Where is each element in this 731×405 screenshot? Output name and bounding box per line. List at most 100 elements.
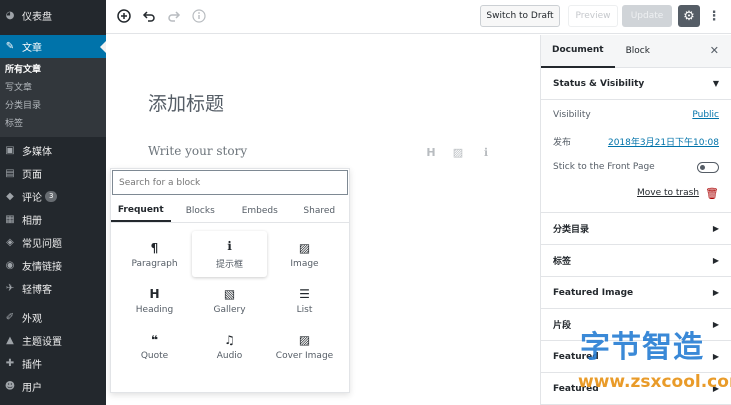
redo-icon[interactable] (166, 8, 182, 24)
undo-icon[interactable] (141, 8, 157, 24)
sidebar-item-label: 轻博客 (22, 285, 52, 296)
appearance-icon: ✐ (5, 312, 15, 323)
submenu-new-post[interactable]: 写文章 (0, 79, 106, 97)
tab-embeds[interactable]: Embeds (230, 199, 290, 222)
submenu-all-posts[interactable]: 所有文章 (0, 61, 106, 79)
visibility-label: Visibility (553, 110, 591, 120)
visibility-link[interactable]: Public (692, 110, 719, 120)
sidebar-item-label: 页面 (22, 170, 42, 181)
comment-icon: ◆ (6, 191, 14, 202)
featured-image-panel-header[interactable]: Featured Image ▶ (541, 277, 731, 309)
more-options-button[interactable]: ⋮ (706, 8, 722, 24)
tab-block[interactable]: Block (615, 35, 661, 68)
paragraph-icon: ¶ (150, 240, 159, 255)
tab-document[interactable]: Document (541, 35, 615, 68)
preview-button[interactable]: Preview (568, 5, 618, 27)
trash-icon[interactable]: 🗑 (705, 187, 719, 200)
posts-submenu: 所有文章 写文章 分类目录 标签 (0, 58, 106, 137)
sidebar-item-microblog[interactable]: ✈ 轻博客 (0, 277, 106, 300)
image-icon[interactable]: ▨ (451, 145, 465, 159)
block-label: Quote (140, 350, 169, 361)
panel-title: Featured Image (553, 287, 634, 298)
sidebar-item-pages[interactable]: ▤ 页面 (0, 162, 106, 185)
sidebar-item-label: 插件 (22, 360, 42, 371)
sidebar-item-comments[interactable]: ◆ 评论 3 (0, 185, 106, 208)
info-icon[interactable] (191, 8, 207, 24)
block-label: Cover Image (275, 350, 334, 361)
sidebar-item-faq[interactable]: ◈ 常见问题 (0, 231, 106, 254)
visibility-row: Visibility Public (553, 102, 719, 128)
sidebar-item-label: 用户 (22, 383, 42, 394)
image-icon: ▨ (298, 240, 311, 255)
info-icon[interactable]: ℹ (479, 145, 493, 159)
sidebar-item-posts[interactable]: ✎ 文章 (0, 35, 106, 58)
tab-blocks[interactable]: Blocks (171, 199, 231, 222)
sidebar-item-label: 外观 (22, 314, 42, 325)
block-gallery[interactable]: ▧ Gallery (192, 277, 267, 323)
tab-frequent[interactable]: Frequent (111, 199, 171, 222)
sidebar-item-users[interactable]: ☻ 用户 (0, 375, 106, 398)
block-search-input[interactable] (112, 170, 348, 195)
sidebar-item-label: 文章 (22, 43, 42, 54)
admin-sidebar: ◕ 仪表盘 ✎ 文章 所有文章 写文章 分类目录 标签 ▣ 多媒体 ▤ 页面 ◆… (0, 0, 106, 405)
tags-panel-header[interactable]: 标签 ▶ (541, 245, 731, 277)
post-title-input[interactable]: 添加标题 (148, 89, 224, 116)
publish-label: 发布 (553, 137, 572, 148)
watermark-url: www.zsxcool.com (578, 372, 731, 392)
add-block-icon[interactable] (116, 8, 132, 24)
sticky-label: Stick to the Front Page (553, 162, 655, 172)
comment-count-badge: 3 (45, 191, 58, 202)
block-quote[interactable]: ❝ Quote (117, 323, 192, 369)
sidebar-item-plugins[interactable]: ✚ 插件 (0, 352, 106, 375)
submenu-categories[interactable]: 分类目录 (0, 97, 106, 115)
sidebar-item-appearance[interactable]: ✐ 外观 (0, 306, 106, 329)
heading-icon: H (149, 286, 160, 301)
block-label: Audio (216, 350, 243, 361)
settings-gear-button[interactable]: ⚙ (678, 5, 700, 27)
panel-title: Status & Visibility (553, 78, 645, 89)
caret-down-icon: ▼ (712, 79, 719, 88)
sidebar-item-dashboard[interactable]: ◕ 仪表盘 (0, 4, 106, 27)
sticky-toggle[interactable] (697, 161, 719, 173)
block-tip-box[interactable]: ℹ 提示框 (192, 231, 267, 277)
heading-icon[interactable]: H (424, 145, 438, 159)
sticky-row: Stick to the Front Page (553, 154, 719, 180)
block-paragraph[interactable]: ¶ Paragraph (117, 231, 192, 277)
inserter-tabs: Frequent Blocks Embeds Shared (111, 199, 349, 223)
block-label: Heading (135, 304, 174, 315)
block-label: Paragraph (131, 258, 178, 269)
block-cover-image[interactable]: ▨ Cover Image (267, 323, 342, 369)
editor-toolbar: Switch to Draft Preview Update ⚙ ⋮ (106, 0, 731, 34)
gear-icon: ⚙ (683, 8, 695, 24)
move-to-trash-link[interactable]: Move to trash (637, 188, 699, 198)
block-image[interactable]: ▨ Image (267, 231, 342, 277)
panel-title: 标签 (553, 257, 572, 267)
page-icon: ▤ (5, 168, 15, 179)
submenu-tags[interactable]: 标签 (0, 115, 106, 133)
categories-panel-header[interactable]: 分类目录 ▶ (541, 213, 731, 245)
update-button[interactable]: Update (622, 5, 672, 27)
block-list[interactable]: ☰ List (267, 277, 342, 323)
tab-shared[interactable]: Shared (290, 199, 350, 222)
sidebar-item-album[interactable]: ▦ 相册 (0, 208, 106, 231)
block-inserter-popover: Frequent Blocks Embeds Shared ¶ Paragrap… (110, 168, 350, 393)
sidebar-item-theme-settings[interactable]: ▲ 主题设置 (0, 329, 106, 352)
close-icon[interactable]: ✕ (710, 44, 719, 57)
switch-to-draft-button[interactable]: Switch to Draft (480, 5, 560, 27)
block-placeholder[interactable]: Write your story (148, 144, 247, 158)
caret-right-icon: ▶ (712, 352, 719, 361)
publish-date-link[interactable]: 2018年3月21日下午10:08 (608, 135, 719, 148)
status-visibility-body: Visibility Public 发布 2018年3月21日下午10:08 S… (541, 100, 731, 213)
faq-icon: ◈ (6, 237, 14, 248)
links-icon: ◉ (5, 260, 15, 271)
publish-row: 发布 2018年3月21日下午10:08 (553, 128, 719, 154)
more-vertical-icon: ⋮ (707, 8, 721, 24)
block-label: Image (290, 258, 319, 269)
audio-icon: ♫ (224, 332, 235, 347)
block-audio[interactable]: ♫ Audio (192, 323, 267, 369)
block-heading[interactable]: H Heading (117, 277, 192, 323)
settings-tabs: Document Block ✕ (541, 35, 731, 68)
sidebar-item-links[interactable]: ◉ 友情链接 (0, 254, 106, 277)
sidebar-item-media[interactable]: ▣ 多媒体 (0, 139, 106, 162)
status-visibility-panel-header[interactable]: Status & Visibility ▼ (541, 68, 731, 100)
